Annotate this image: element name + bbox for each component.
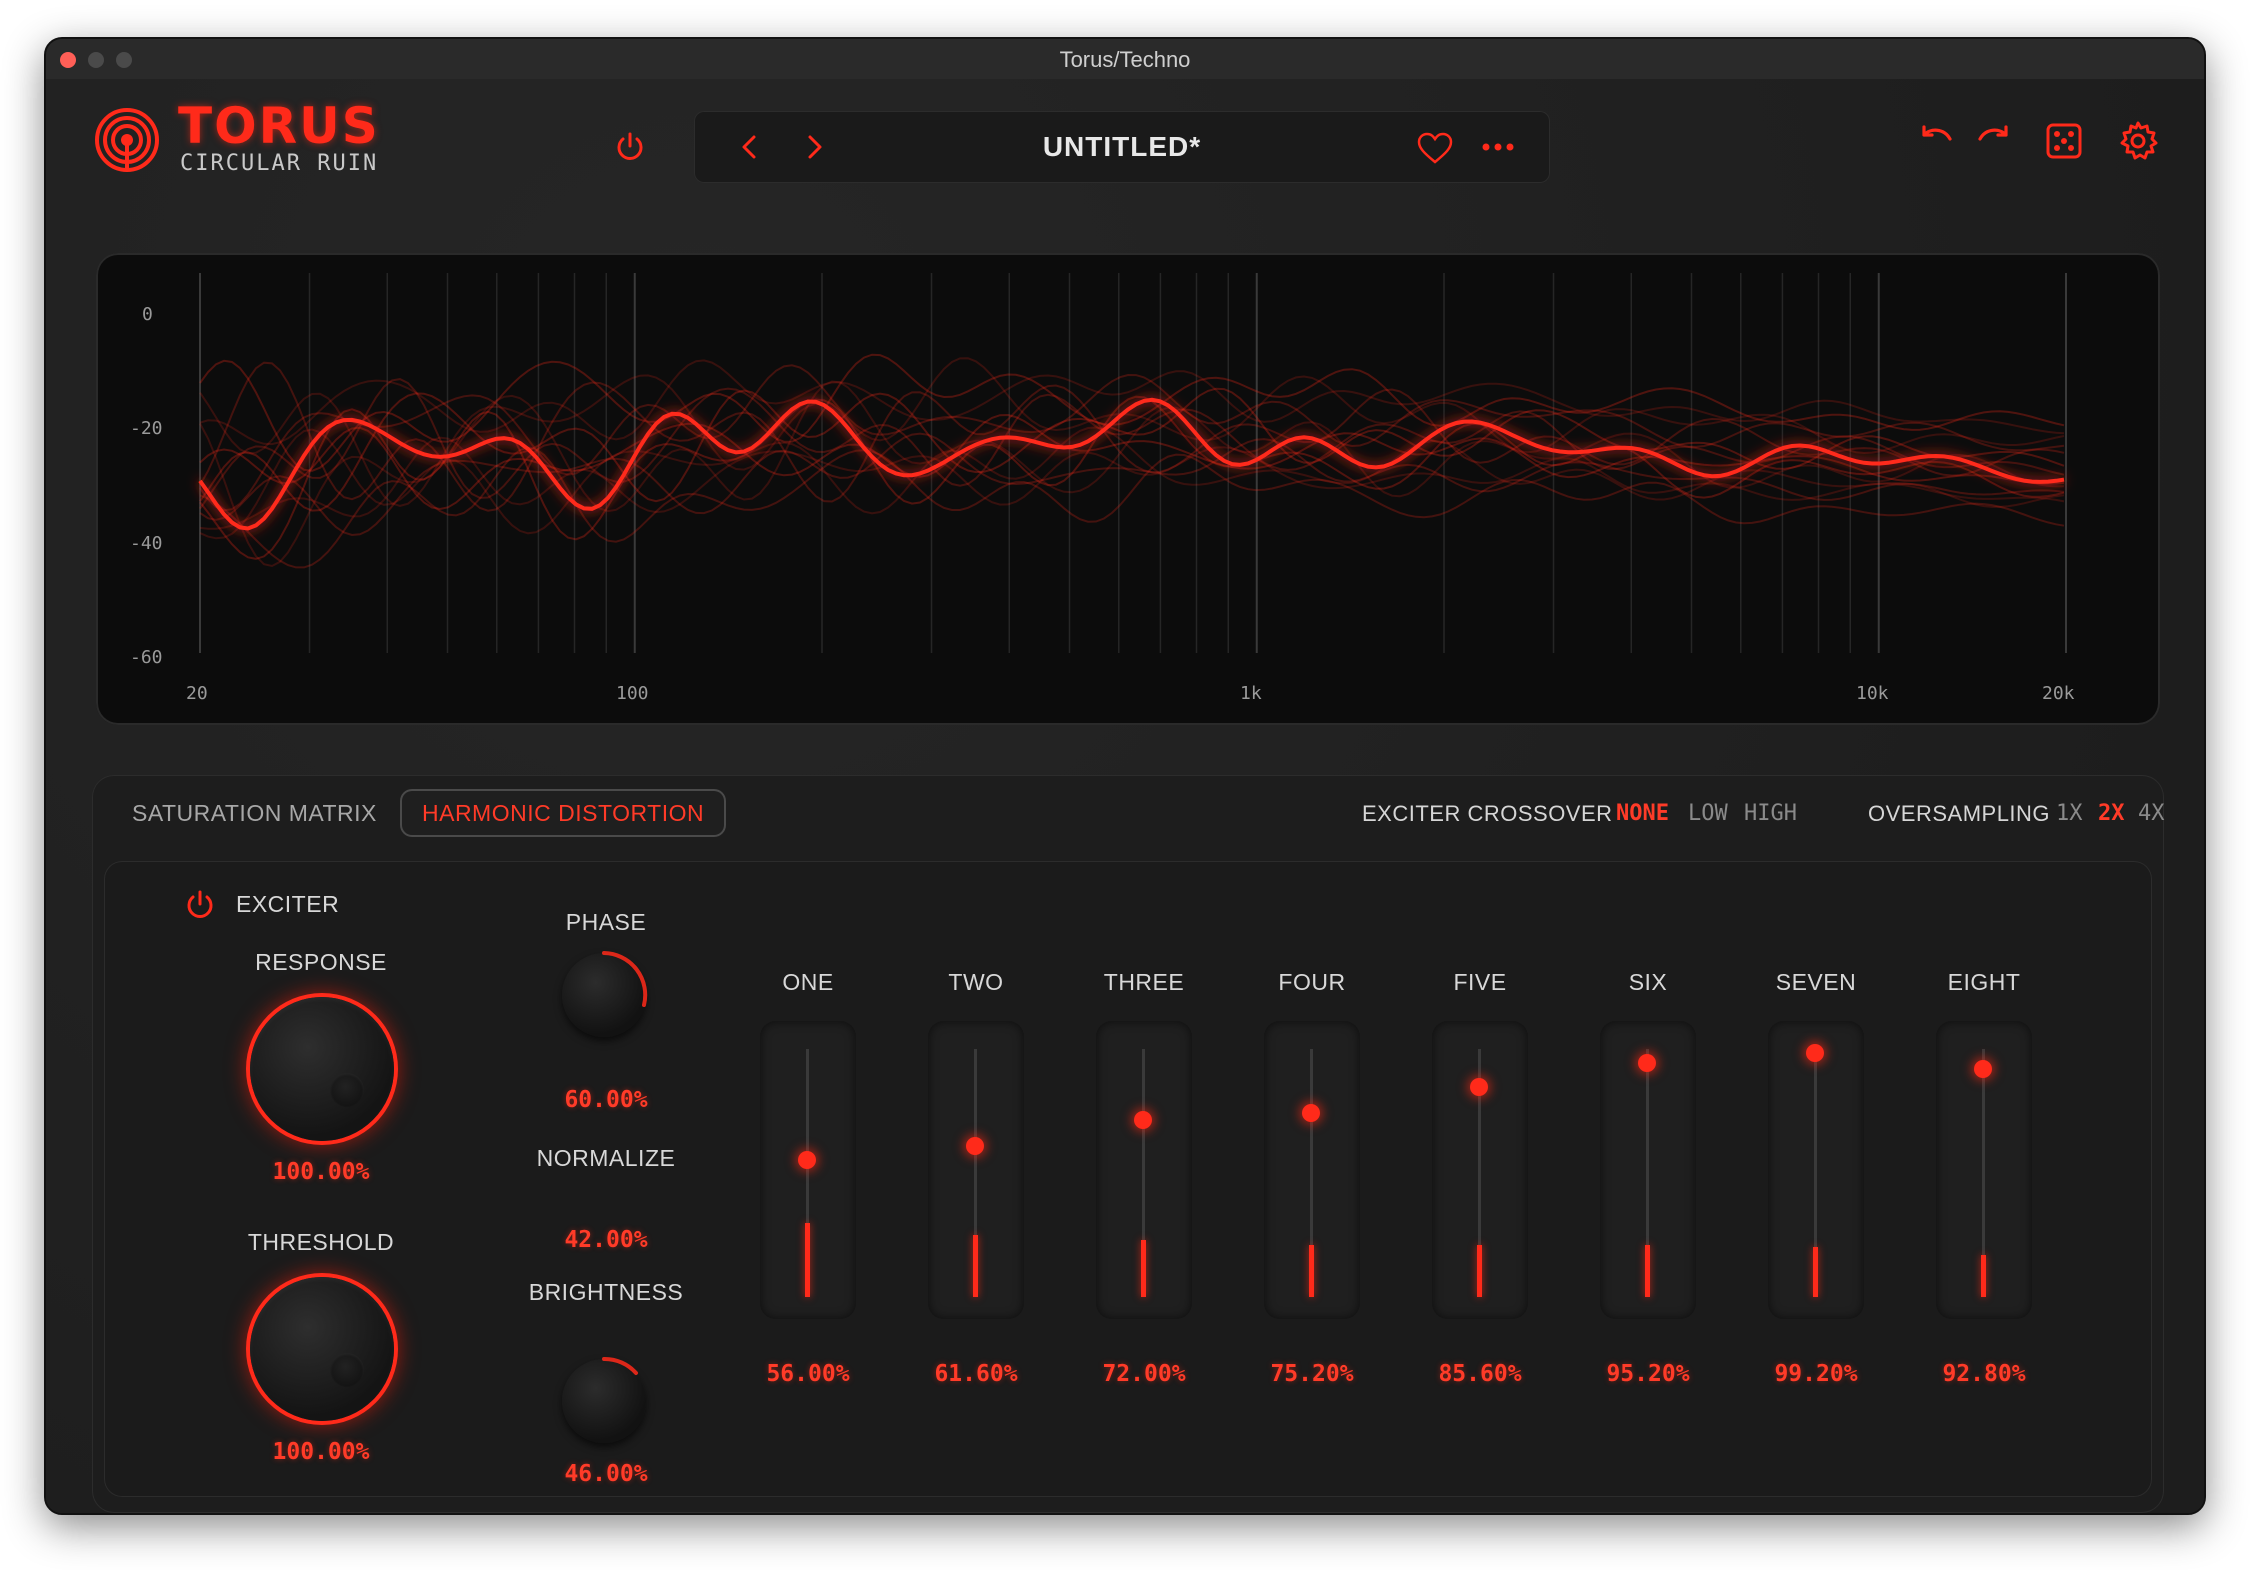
response-knob[interactable] — [250, 997, 394, 1141]
phase-knob[interactable] — [562, 951, 648, 1037]
level-meter — [805, 1223, 810, 1297]
oversampling-option-1x[interactable]: 1X — [2056, 801, 2083, 826]
slider-thumb[interactable] — [1638, 1053, 1656, 1072]
harmonic-label: FIVE — [1453, 969, 1507, 995]
threshold-label: THRESHOLD — [247, 1229, 395, 1255]
exciter-label: EXCITER — [236, 891, 340, 917]
knob-arc — [602, 1356, 638, 1375]
plugin-window: Torus/Techno TORUS CIRCULAR RUIN UNTITLE… — [44, 37, 2206, 1515]
y-axis-label: -60 — [130, 647, 163, 668]
favorite-heart-icon[interactable] — [1416, 131, 1454, 165]
spectrum-curve — [199, 353, 2065, 472]
harmonic-label: FOUR — [1278, 969, 1346, 995]
brightness-label: BRIGHTNESS — [528, 1279, 684, 1305]
harmonic-slider[interactable] — [1936, 1021, 2032, 1319]
slider-thumb[interactable] — [1470, 1077, 1488, 1096]
knob-indicator — [330, 1073, 364, 1107]
plugin-body: TORUS CIRCULAR RUIN UNTITLED* 0 -20 -40 … — [46, 79, 2204, 1513]
harmonic-value: 75.20% — [1270, 1361, 1354, 1387]
oversampling-option-4x[interactable]: 4X — [2138, 801, 2165, 826]
level-meter — [1981, 1255, 1986, 1297]
slider-thumb[interactable] — [798, 1151, 816, 1170]
harmonic-value: 92.80% — [1942, 1361, 2026, 1387]
harmonic-label: THREE — [1103, 969, 1185, 995]
harmonic-value: 95.20% — [1606, 1361, 1690, 1387]
normalize-value[interactable]: 42.00% — [506, 1227, 706, 1253]
brightness-knob[interactable] — [562, 1356, 646, 1443]
level-meter — [1141, 1240, 1146, 1297]
y-axis-label: 0 — [142, 304, 153, 325]
redo-icon[interactable] — [1972, 119, 2016, 163]
crossover-option-none[interactable]: NONE — [1616, 801, 1669, 826]
settings-gear-icon[interactable] — [2116, 119, 2160, 163]
torus-logo-icon — [95, 108, 159, 172]
x-axis-label: 1k — [1240, 683, 1262, 704]
harmonic-slider[interactable] — [1096, 1021, 1192, 1319]
harmonic-value: 61.60% — [934, 1361, 1018, 1387]
harmonic-label: SIX — [1628, 969, 1668, 995]
harmonic-value: 99.20% — [1774, 1361, 1858, 1387]
slider-thumb[interactable] — [1302, 1103, 1320, 1122]
knob-arc — [602, 951, 648, 1007]
knob-indicator — [330, 1353, 364, 1387]
harmonic-value: 56.00% — [766, 1361, 850, 1387]
spectrum-analyzer: 0 -20 -40 -60 20 100 1k 10k 20k — [96, 253, 2160, 725]
brightness-value: 46.00% — [564, 1461, 648, 1487]
phase-value: 60.00% — [564, 1087, 648, 1113]
harmonic-label: SEVEN — [1775, 969, 1857, 995]
harmonic-slider[interactable] — [760, 1021, 856, 1319]
exciter-power-icon[interactable] — [182, 887, 218, 923]
y-axis-label: -40 — [130, 533, 163, 554]
harmonic-label: ONE — [782, 969, 834, 995]
slider-thumb[interactable] — [966, 1137, 984, 1156]
title-bar: Torus/Techno — [46, 39, 2204, 80]
tab-harmonic-distortion[interactable]: HARMONIC DISTORTION — [400, 789, 727, 837]
x-axis-label: 20 — [186, 683, 208, 704]
undo-icon[interactable] — [1914, 119, 1958, 163]
logo-subtitle: CIRCULAR RUIN — [180, 151, 379, 176]
harmonic-value: 85.60% — [1438, 1361, 1522, 1387]
x-axis-label: 20k — [2042, 683, 2075, 704]
preset-browser: UNTITLED* — [694, 111, 1550, 183]
harmonic-label: EIGHT — [1947, 969, 2021, 995]
harmonic-slider[interactable] — [1768, 1021, 1864, 1319]
harmonic-slider[interactable] — [928, 1021, 1024, 1319]
phase-label: PHASE — [565, 909, 647, 935]
logo-title: TORUS — [178, 97, 380, 155]
threshold-knob[interactable] — [250, 1277, 394, 1421]
normalize-label: NORMALIZE — [536, 1145, 676, 1171]
response-value: 100.00% — [272, 1159, 370, 1185]
more-options-icon[interactable] — [1478, 133, 1518, 161]
power-icon[interactable] — [612, 129, 648, 165]
window-title: Torus/Techno — [1059, 47, 1191, 72]
x-axis-label: 10k — [1856, 683, 1889, 704]
slider-thumb[interactable] — [1974, 1059, 1992, 1078]
y-axis-label: -20 — [130, 418, 163, 439]
level-meter — [1309, 1245, 1314, 1297]
randomize-dice-icon[interactable] — [2042, 119, 2086, 163]
harmonic-slider[interactable] — [1264, 1021, 1360, 1319]
spectrum-graph — [198, 273, 2067, 653]
exciter-crossover-label: EXCITER CROSSOVER — [1362, 801, 1613, 826]
harmonic-slider[interactable] — [1600, 1021, 1696, 1319]
crossover-option-low[interactable]: LOW — [1688, 801, 1728, 826]
slider-thumb[interactable] — [1806, 1043, 1824, 1062]
threshold-value: 100.00% — [272, 1439, 370, 1465]
x-axis-label: 100 — [616, 683, 649, 704]
level-meter — [1477, 1245, 1482, 1297]
harmonic-value: 72.00% — [1102, 1361, 1186, 1387]
harmonic-label: TWO — [948, 969, 1004, 995]
level-meter — [1813, 1247, 1818, 1297]
oversampling-option-2x[interactable]: 2X — [2098, 801, 2125, 826]
oversampling-label: OVERSAMPLING — [1868, 801, 2051, 826]
tab-saturation-matrix[interactable]: SATURATION MATRIX — [110, 789, 399, 837]
response-label: RESPONSE — [255, 949, 387, 975]
slider-thumb[interactable] — [1134, 1111, 1152, 1130]
level-meter — [973, 1235, 978, 1297]
harmonic-slider[interactable] — [1432, 1021, 1528, 1319]
crossover-option-high[interactable]: HIGH — [1744, 801, 1797, 826]
level-meter — [1645, 1245, 1650, 1297]
